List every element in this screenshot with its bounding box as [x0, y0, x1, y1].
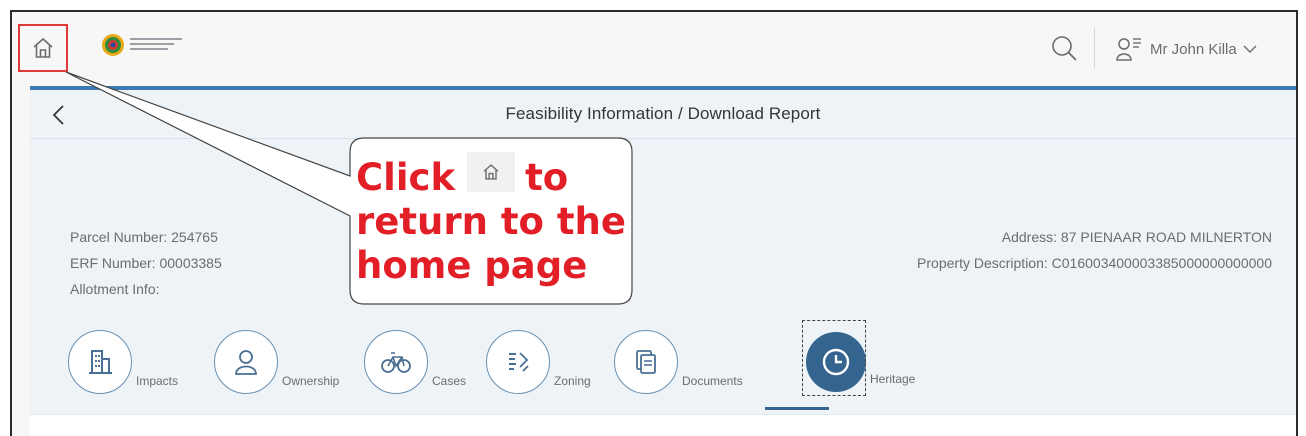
building-icon [89, 350, 112, 374]
callout-text: Click to return to the home page [356, 152, 626, 288]
parcel-info: Parcel Number: 254765 ERF Number: 000033… [70, 224, 222, 302]
callout-line-3: home page [356, 244, 588, 287]
property-description: Property Description: C01600340000338500… [917, 255, 1272, 271]
shell-divider [1094, 28, 1095, 68]
tab-label: Cases [432, 374, 467, 388]
tab-label: Ownership [282, 374, 340, 388]
address: Address: 87 PIENAAR ROAD MILNERTON [1001, 229, 1272, 245]
tab-label: Heritage [870, 372, 916, 386]
allotment-info: Allotment Info: [70, 281, 160, 297]
callout-word-click: Click [356, 156, 456, 199]
documents-icon [636, 350, 656, 374]
search-icon [1052, 36, 1077, 61]
property-info: Address: 87 PIENAAR ROAD MILNERTON Prope… [917, 224, 1272, 276]
callout-line-2: return to the [356, 200, 626, 243]
chevron-down-icon [1243, 45, 1257, 53]
user-name: Mr John Killa [1150, 40, 1237, 58]
title-divider [30, 138, 1296, 139]
tab-ownership[interactable]: Ownership [214, 330, 339, 394]
home-button[interactable] [18, 24, 68, 72]
person-icon [235, 350, 257, 375]
city-logo [100, 32, 220, 58]
user-menu[interactable]: Mr John Killa [1116, 34, 1257, 64]
callout-word-to: to [525, 156, 569, 199]
home-icon [33, 37, 53, 58]
tab-cases[interactable]: Cases [364, 330, 466, 394]
app-window: Mr John Killa Feasibility Information / … [10, 10, 1298, 436]
tab-zoning[interactable]: Zoning [486, 330, 591, 394]
object-page: Feasibility Information / Download Repor… [30, 86, 1296, 436]
user-icon [1116, 38, 1141, 61]
tab-documents[interactable]: Documents [614, 330, 743, 394]
erf-number: ERF Number: 00003385 [70, 255, 222, 271]
callout-home-icon [467, 152, 516, 192]
parcel-number: Parcel Number: 254765 [70, 229, 218, 245]
shell-bar: Mr John Killa [12, 12, 1296, 90]
zoning-icon [509, 352, 529, 372]
callout-line-1: Click to [356, 152, 626, 200]
bicycle-icon [381, 352, 411, 373]
search-button[interactable] [1048, 32, 1082, 66]
tab-label: Documents [682, 374, 743, 388]
tab-impacts[interactable]: Impacts [68, 330, 178, 394]
tab-label: Impacts [136, 374, 179, 388]
active-tab-indicator [765, 407, 829, 410]
tab-label: Zoning [554, 374, 591, 388]
tab-content-area [30, 414, 1296, 436]
page-title: Feasibility Information / Download Repor… [505, 104, 821, 123]
focus-outline [802, 320, 866, 396]
